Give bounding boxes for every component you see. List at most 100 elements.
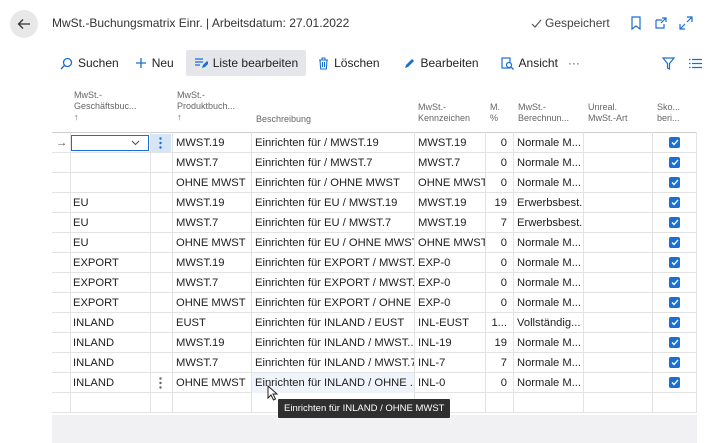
gen-bus-cell[interactable]: INLAND xyxy=(70,353,150,373)
column-header-prod[interactable]: MwSt.- Produktbuch... ↑ xyxy=(177,90,235,123)
pct-cell[interactable]: 0 xyxy=(486,273,513,293)
calc-cell[interactable]: Erwerbsbest... xyxy=(514,193,583,213)
pct-cell[interactable]: 7 xyxy=(486,213,513,233)
ident-cell[interactable]: INL-EUST xyxy=(415,313,485,333)
column-header-gen-bus[interactable]: MwSt.- Geschäftsbuc... ↑ xyxy=(74,90,137,123)
prod-cell[interactable]: OHNE MWST xyxy=(173,373,251,393)
checkbox[interactable] xyxy=(669,137,680,148)
ident-cell[interactable]: INL-0 xyxy=(415,373,485,393)
chevron-down-icon[interactable] xyxy=(131,140,140,146)
column-header-ident[interactable]: MwSt.- Kennzeichen xyxy=(418,102,470,124)
gen-bus-cell[interactable]: EXPORT xyxy=(70,253,150,273)
description-cell[interactable]: Einrichten für EXPORT / OHNE ... xyxy=(252,293,414,313)
pct-cell[interactable]: 0 xyxy=(486,233,513,253)
prod-cell[interactable]: MWST.7 xyxy=(173,153,251,173)
ident-cell[interactable]: MWST.19 xyxy=(415,133,485,153)
ident-cell[interactable]: INL-19 xyxy=(415,333,485,353)
table-row[interactable]: INLAND MWST.19 Einrichten für INLAND / M… xyxy=(52,333,697,353)
checkbox[interactable] xyxy=(669,217,680,228)
checkbox[interactable] xyxy=(669,257,680,268)
ident-cell[interactable]: OHNE MWST xyxy=(415,233,485,253)
column-header-pct[interactable]: M. % xyxy=(490,102,500,124)
calc-cell[interactable]: Vollständig... xyxy=(514,313,583,333)
pct-cell[interactable]: 0 xyxy=(486,153,513,173)
table-row[interactable]: OHNE MWST Einrichten für / OHNE MWST OHN… xyxy=(52,173,697,193)
column-header-unreal[interactable]: Unreal. MwSt.-Art xyxy=(588,102,628,124)
gen-bus-cell[interactable]: INLAND xyxy=(70,373,150,393)
calc-cell[interactable]: Erwerbsbest... xyxy=(514,213,583,233)
filter-icon[interactable] xyxy=(662,56,675,70)
description-cell[interactable]: Einrichten für INLAND / MWST.... xyxy=(252,333,414,353)
calc-cell[interactable]: Normale M... xyxy=(514,133,583,153)
open-new-window-icon[interactable] xyxy=(652,14,670,32)
description-cell[interactable]: Einrichten für EU / MWST.7 xyxy=(252,213,414,233)
gen-bus-cell[interactable] xyxy=(70,173,150,193)
table-row[interactable]: EXPORT OHNE MWST Einrichten für EXPORT /… xyxy=(52,293,697,313)
ident-cell[interactable]: EXP-0 xyxy=(415,293,485,313)
table-row[interactable]: EU OHNE MWST Einrichten für EU / OHNE MW… xyxy=(52,233,697,253)
description-cell[interactable]: Einrichten für EU / OHNE MWST xyxy=(252,233,414,253)
prod-cell[interactable]: OHNE MWST xyxy=(173,293,251,313)
pct-cell[interactable]: 0 xyxy=(486,133,513,153)
checkbox[interactable] xyxy=(669,237,680,248)
delete-button[interactable]: Löschen xyxy=(310,50,387,76)
checkbox[interactable] xyxy=(669,317,680,328)
pct-cell[interactable]: 1... xyxy=(486,313,513,333)
table-row[interactable]: EXPORT MWST.7 Einrichten für EXPORT / MW… xyxy=(52,273,697,293)
pct-cell[interactable]: 19 xyxy=(486,333,513,353)
gen-bus-posting-group-input[interactable] xyxy=(71,135,149,151)
bookmark-icon[interactable] xyxy=(627,14,645,32)
row-actions-button[interactable] xyxy=(151,374,171,392)
gen-bus-cell[interactable]: EU xyxy=(70,193,150,213)
checkbox[interactable] xyxy=(669,337,680,348)
edit-list-button[interactable]: Liste bearbeiten xyxy=(185,50,307,76)
ident-cell[interactable]: MWST.19 xyxy=(415,213,485,233)
more-options-button[interactable]: ··· xyxy=(566,50,588,76)
row-actions-button[interactable] xyxy=(151,134,171,152)
table-row[interactable]: INLAND EUST Einrichten für INLAND / EUST… xyxy=(52,313,697,333)
table-row[interactable]: INLAND OHNE MWST Einrichten für INLAND /… xyxy=(52,373,697,393)
ident-cell[interactable]: INL-7 xyxy=(415,353,485,373)
ident-cell[interactable]: EXP-0 xyxy=(415,253,485,273)
prod-cell[interactable]: EUST xyxy=(173,313,251,333)
table-row[interactable]: EXPORT MWST.19 Einrichten für EXPORT / M… xyxy=(52,253,697,273)
checkbox[interactable] xyxy=(669,157,680,168)
calc-cell[interactable]: Normale M... xyxy=(514,293,583,313)
prod-cell[interactable]: OHNE MWST xyxy=(173,173,251,193)
ident-cell[interactable]: OHNE MWST xyxy=(415,173,485,193)
prod-cell[interactable]: MWST.19 xyxy=(173,193,251,213)
prod-cell[interactable]: MWST.19 xyxy=(173,133,251,153)
description-cell[interactable]: Einrichten für / MWST.19 xyxy=(252,133,414,153)
pct-cell[interactable]: 7 xyxy=(486,353,513,373)
prod-cell[interactable]: MWST.7 xyxy=(173,273,251,293)
checkbox[interactable] xyxy=(669,377,680,388)
description-cell[interactable]: Einrichten für EXPORT / MWST.7 xyxy=(252,273,414,293)
gen-bus-cell[interactable] xyxy=(70,153,150,173)
description-cell[interactable]: Einrichten für / MWST.7 xyxy=(252,153,414,173)
back-button[interactable] xyxy=(10,10,38,38)
gen-bus-cell[interactable]: EU xyxy=(70,213,150,233)
calc-cell[interactable]: Normale M... xyxy=(514,333,583,353)
prod-cell[interactable]: MWST.19 xyxy=(173,253,251,273)
calc-cell[interactable]: Normale M... xyxy=(514,153,583,173)
checkbox[interactable] xyxy=(669,277,680,288)
prod-cell[interactable]: MWST.7 xyxy=(173,213,251,233)
checkbox[interactable] xyxy=(669,297,680,308)
gen-bus-cell[interactable]: EU xyxy=(70,233,150,253)
prod-cell[interactable]: MWST.19 xyxy=(173,333,251,353)
calc-cell[interactable]: Normale M... xyxy=(514,373,583,393)
column-header-description[interactable]: Beschreibung xyxy=(256,114,311,125)
pct-cell[interactable]: 0 xyxy=(486,373,513,393)
ident-cell[interactable]: EXP-0 xyxy=(415,273,485,293)
table-row[interactable]: INLAND MWST.7 Einrichten für INLAND / MW… xyxy=(52,353,697,373)
view-button[interactable]: Ansicht xyxy=(493,50,566,76)
gen-bus-cell[interactable]: INLAND xyxy=(70,333,150,353)
new-button[interactable]: Neu xyxy=(127,50,182,76)
table-row[interactable]: MWST.7 Einrichten für / MWST.7 MWST.7 0 … xyxy=(52,153,697,173)
pct-cell[interactable]: 19 xyxy=(486,193,513,213)
description-cell[interactable]: Einrichten für / OHNE MWST xyxy=(252,173,414,193)
checkbox[interactable] xyxy=(669,177,680,188)
prod-cell[interactable]: OHNE MWST xyxy=(173,233,251,253)
checkbox[interactable] xyxy=(669,357,680,368)
edit-button[interactable]: Bearbeiten xyxy=(396,50,487,76)
